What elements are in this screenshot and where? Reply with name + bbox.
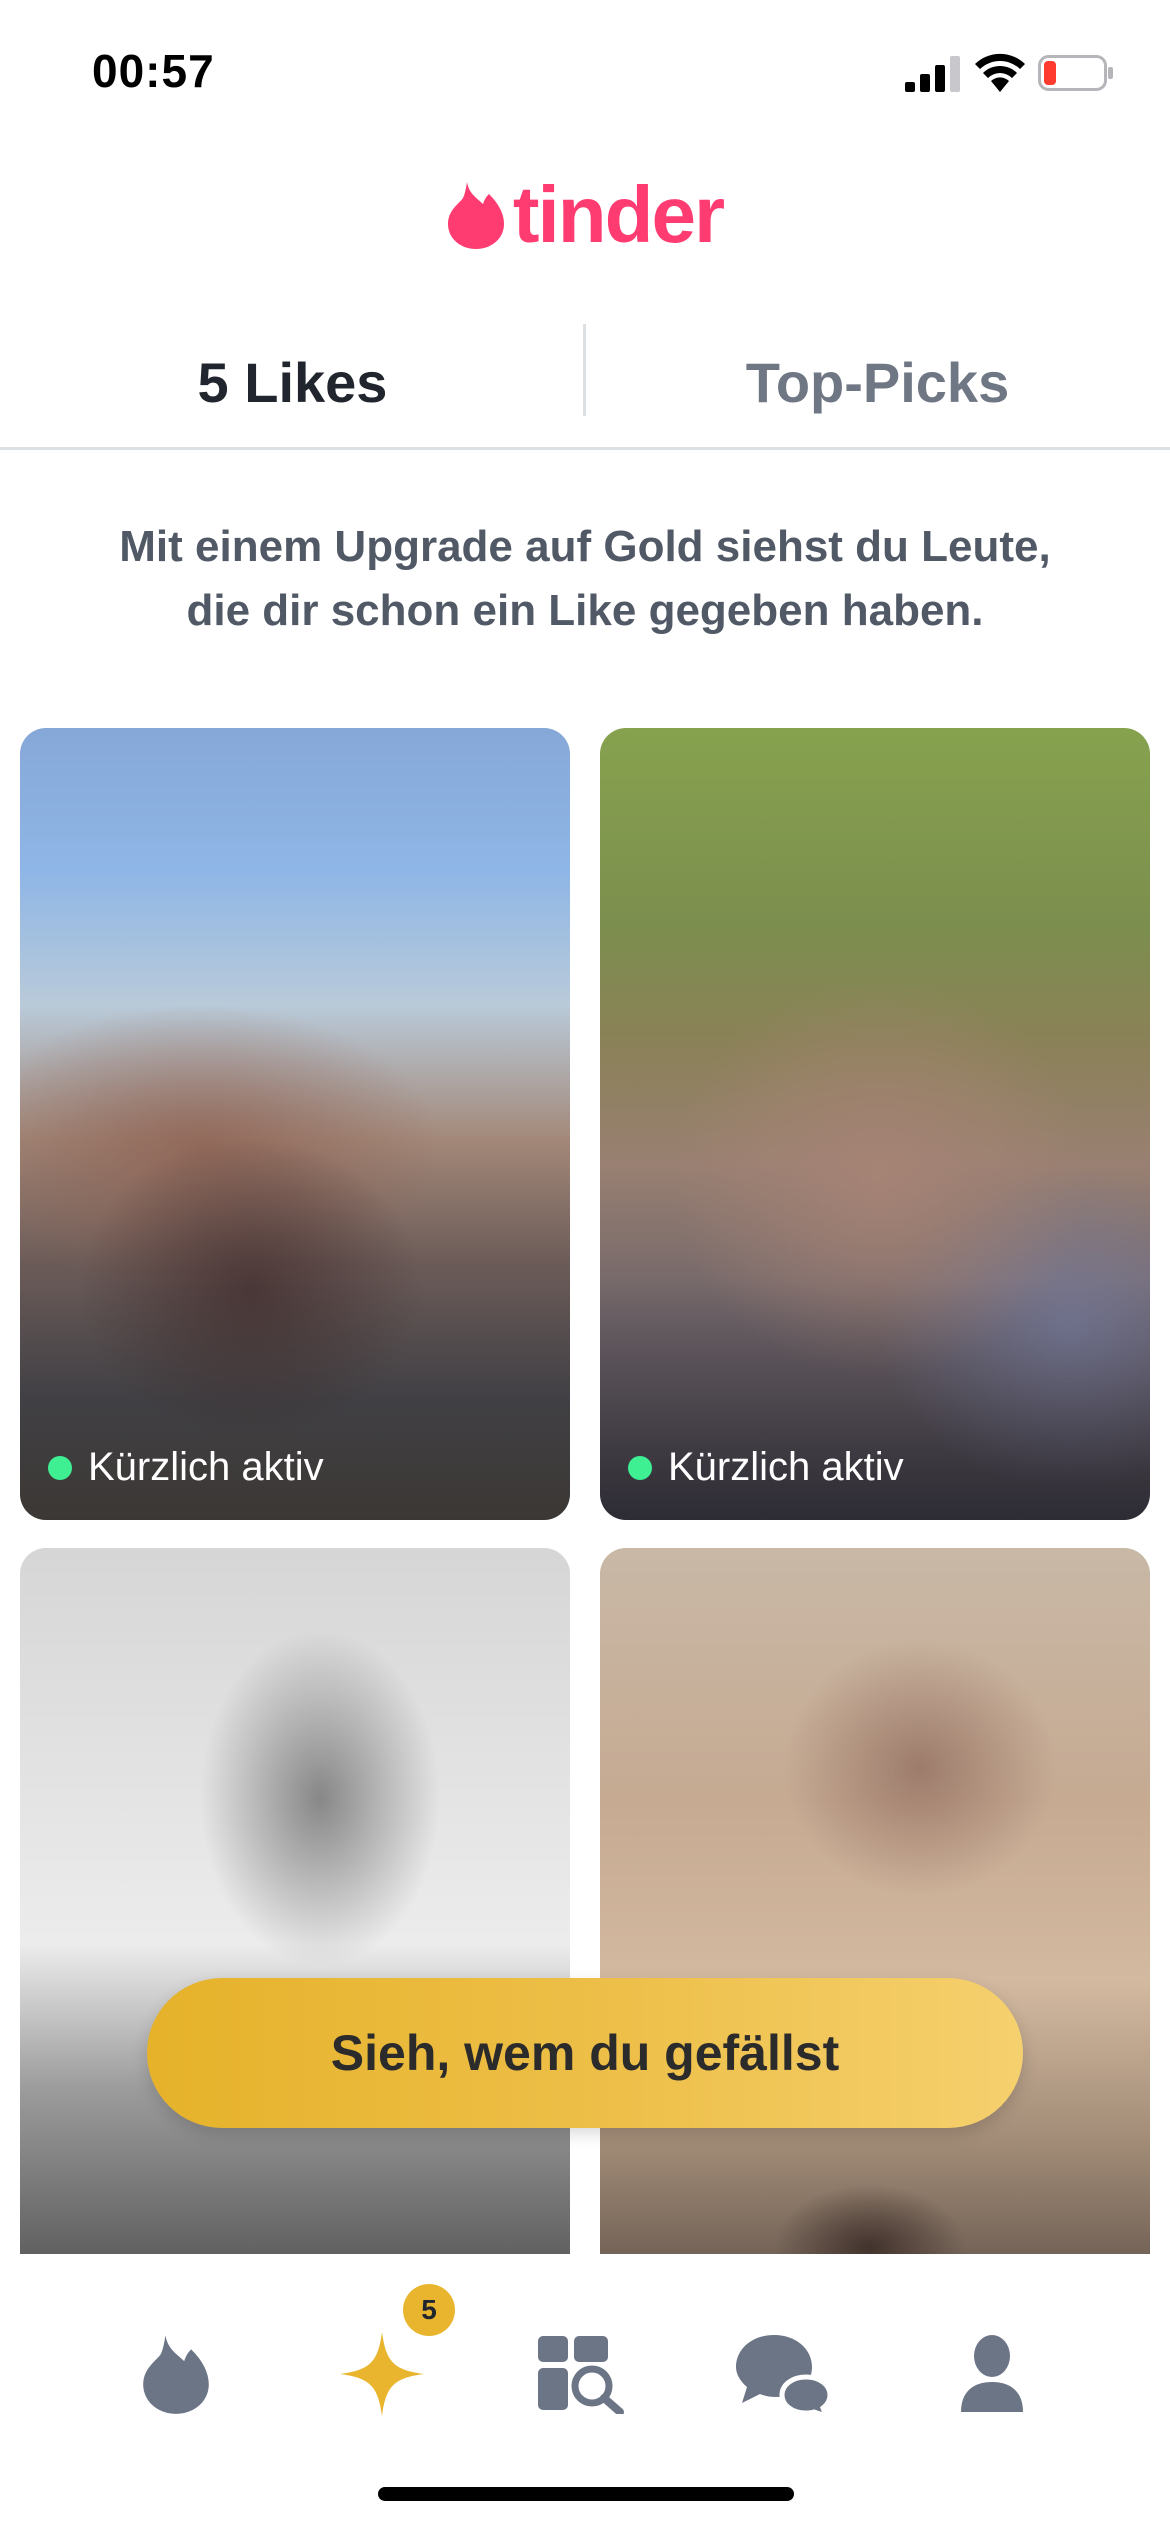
upgrade-message-line-2: die dir schon ein Like gegeben haben. (186, 586, 984, 635)
tinder-logo: tinder (0, 175, 1170, 255)
chat-bubbles-icon (736, 2335, 833, 2417)
tab-likes[interactable]: 5 Likes (0, 318, 585, 447)
recently-active-label: Kürzlich aktiv (668, 1445, 904, 1489)
tinder-flame-icon (447, 182, 504, 249)
recently-active-badge: Kürzlich aktiv (628, 1445, 904, 1490)
explore-grid-icon (538, 2336, 624, 2414)
nav-explore[interactable] (521, 2314, 641, 2434)
upgrade-message-line-1: Mit einem Upgrade auf Gold siehst du Leu… (119, 522, 1051, 571)
recently-active-label: Kürzlich aktiv (88, 1445, 324, 1489)
wifi-icon (975, 53, 1025, 92)
home-indicator (378, 2487, 794, 2501)
logo-text: tinder (512, 170, 725, 259)
blurred-like-card[interactable]: Kürzlich aktiv (20, 728, 570, 1520)
flame-icon (143, 2335, 209, 2414)
likes-tabs: 5 Likes Top-Picks (0, 318, 1170, 450)
cellular-signal-icon (905, 56, 960, 92)
blurred-like-card[interactable] (20, 1548, 570, 2268)
nav-profile[interactable] (932, 2314, 1052, 2434)
tab-divider (583, 324, 586, 416)
status-bar: 00:57 (0, 0, 1170, 150)
blurred-like-card[interactable] (600, 1548, 1150, 2268)
gold-star-icon (340, 2332, 424, 2416)
online-dot-icon (628, 1455, 652, 1480)
nav-messages[interactable] (724, 2314, 844, 2434)
battery-low-icon (1038, 55, 1113, 91)
status-time: 00:57 (92, 45, 215, 97)
see-who-likes-you-button[interactable]: Sieh, wem du gefällst (147, 1978, 1023, 2128)
online-dot-icon (48, 1455, 72, 1480)
tab-top-picks[interactable]: Top-Picks (585, 318, 1170, 447)
upgrade-message: Mit einem Upgrade auf Gold siehst du Leu… (40, 515, 1130, 643)
recently-active-badge: Kürzlich aktiv (48, 1445, 324, 1490)
blurred-like-card[interactable]: Kürzlich aktiv (600, 728, 1150, 1520)
profile-icon (961, 2335, 1023, 2412)
likes-count-badge: 5 (403, 2284, 455, 2336)
nav-discover[interactable] (116, 2314, 236, 2434)
